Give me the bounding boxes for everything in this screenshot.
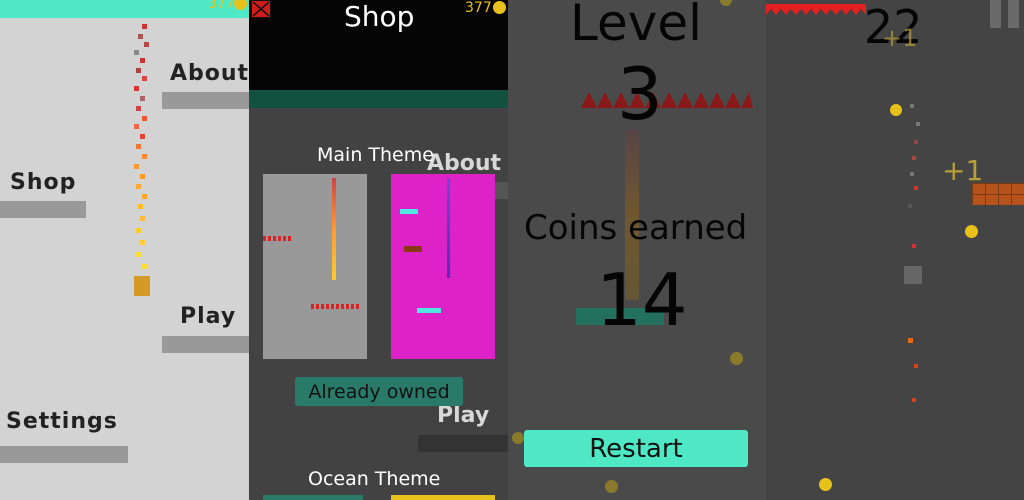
spikes	[581, 92, 753, 108]
coin-icon	[605, 480, 618, 493]
coin	[965, 225, 978, 238]
coin	[890, 104, 902, 116]
coin-icon	[512, 432, 524, 444]
shop-label: Shop	[10, 170, 77, 195]
already-owned-label: Already owned	[308, 380, 450, 403]
spike-row	[581, 92, 753, 108]
background-bar	[418, 435, 508, 452]
trail-particle	[914, 364, 918, 368]
play-button[interactable]	[162, 336, 249, 353]
close-icon	[252, 1, 270, 17]
platform	[400, 209, 418, 214]
theme-preview-edge	[391, 495, 495, 500]
trail	[447, 178, 450, 278]
player-block	[904, 266, 922, 284]
player-block	[134, 276, 150, 296]
shop-coin-count: 377	[465, 0, 492, 16]
theme-preview-edge	[263, 495, 363, 500]
plus-one-popup: +1	[882, 24, 918, 52]
trail-particle	[908, 338, 913, 343]
level-value: 3	[617, 52, 663, 136]
coins-earned-label: Coins earned	[524, 208, 748, 248]
shop-title: Shop	[344, 0, 415, 33]
about-button[interactable]	[162, 92, 249, 109]
brick-platform	[972, 183, 1024, 205]
about-label: About	[170, 61, 249, 86]
main-theme-preview[interactable]	[263, 174, 367, 359]
spikes	[311, 304, 359, 309]
background-about-text: About	[427, 151, 502, 176]
level-label: Level	[570, 0, 702, 52]
platform	[417, 308, 441, 313]
ocean-theme-label: Ocean Theme	[308, 468, 441, 490]
spikes	[263, 236, 293, 241]
coin-icon	[493, 1, 506, 14]
restart-label: Restart	[589, 433, 683, 464]
ocean-theme-preview[interactable]	[391, 174, 495, 359]
close-button[interactable]	[251, 0, 271, 18]
level-complete-panel: Level 3 Coins earned 14 Restart	[508, 0, 766, 500]
settings-button[interactable]	[0, 446, 128, 463]
trail-particle	[912, 398, 916, 402]
platform	[404, 246, 422, 252]
coin-icon	[720, 0, 732, 6]
shop-button[interactable]	[0, 201, 86, 218]
coin-icon	[730, 352, 743, 365]
coins-earned-value: 14	[596, 258, 688, 342]
coin-count: 377	[208, 0, 235, 12]
pause-icon	[990, 0, 1020, 28]
player-trail	[904, 100, 924, 270]
spike-ceiling	[766, 0, 866, 15]
coin	[819, 478, 832, 491]
settings-label: Settings	[6, 409, 118, 434]
background-play-text: Play	[437, 403, 490, 428]
restart-button[interactable]: Restart	[524, 430, 748, 467]
gameplay-panel: 22 +1 +1	[766, 0, 1024, 500]
already-owned-button[interactable]: Already owned	[295, 377, 463, 406]
player-trail	[128, 20, 158, 280]
header-divider	[249, 90, 508, 108]
main-theme-label: Main Theme	[317, 144, 434, 166]
play-label: Play	[180, 304, 237, 329]
shop-panel: Shop 377 About Play Main Theme Already o…	[249, 0, 508, 500]
background-bar	[494, 182, 508, 199]
spikes	[766, 4, 866, 15]
main-menu-panel: 377 About Shop Play Settings	[0, 0, 249, 500]
pause-button[interactable]	[990, 0, 1020, 28]
trail	[332, 178, 336, 280]
